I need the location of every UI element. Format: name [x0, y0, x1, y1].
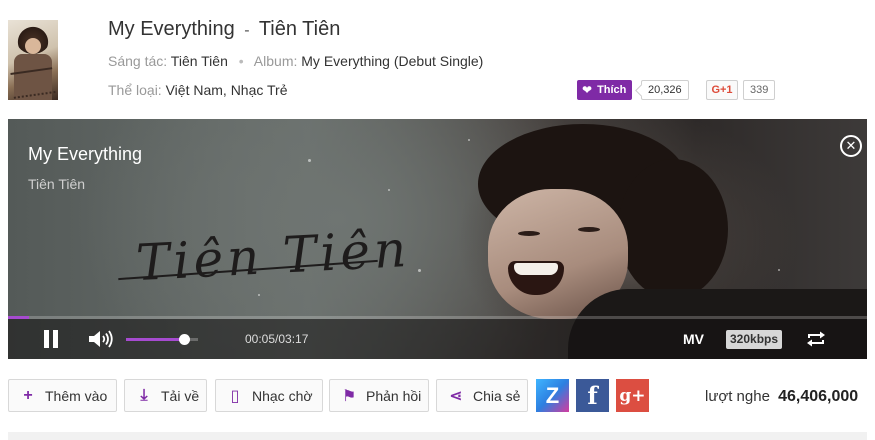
song-title: My Everything [108, 18, 235, 40]
flag-icon: ⚑ [342, 387, 357, 405]
ringtone-label: Nhạc chờ [252, 387, 313, 404]
player-controls: 00:05/03:17 MV 320kbps [8, 319, 867, 359]
like-button[interactable]: ❤ Thích [577, 80, 633, 100]
google-plus-one-button[interactable]: G+1 [706, 80, 738, 100]
title-separator: - [244, 22, 250, 39]
album-link[interactable]: My Everything (Debut Single) [301, 53, 483, 69]
share-button[interactable]: ⋖ Chia sẻ [436, 379, 528, 412]
download-label: Tải về [161, 387, 200, 404]
like-count: 20,326 [641, 80, 689, 100]
add-to-label: Thêm vào [45, 387, 108, 404]
meta-dot-separator: • [238, 53, 244, 69]
feedback-button[interactable]: ⚑ Phản hồi [329, 379, 429, 412]
genre-label: Thể loại: [108, 82, 162, 98]
add-to-button[interactable]: + Thêm vào [8, 379, 117, 412]
facebook-icon[interactable]: f [576, 379, 609, 412]
album-label: Album: [253, 53, 298, 69]
music-player: Tiên Tiên My Everything Tiên Tiên ✕ 00:0… [8, 119, 867, 359]
volume-fill [126, 338, 184, 341]
listen-count: lượt nghe 46,406,000 [705, 388, 858, 406]
album-thumbnail[interactable] [8, 20, 58, 100]
action-bar: + Thêm vào ⤓ Tải về ▯ Nhạc chờ ⚑ Phản hồ… [8, 379, 875, 413]
section-divider [8, 432, 867, 440]
song-header: My Everything - Tiên Tiên Sáng tác: Tiên… [8, 0, 875, 112]
heart-icon: ❤ [582, 83, 593, 97]
zing-icon[interactable]: Z [536, 379, 569, 412]
like-label: Thích [597, 84, 627, 96]
download-icon: ⤓ [140, 386, 148, 404]
time-display: 00:05/03:17 [245, 332, 309, 346]
song-artist-link[interactable]: Tiên Tiên [259, 18, 341, 40]
google-plus-count: 339 [743, 80, 776, 100]
share-icon: ⋖ [449, 387, 463, 405]
phone-icon: ▯ [230, 387, 240, 405]
plus-icon: + [23, 386, 33, 404]
pause-icon[interactable] [42, 330, 60, 348]
volume-slider[interactable] [126, 334, 198, 345]
share-label: Chia sẻ [473, 387, 521, 404]
download-button[interactable]: ⤓ Tải về [124, 379, 207, 412]
ringtone-button[interactable]: ▯ Nhạc chờ [215, 379, 323, 412]
repeat-icon[interactable] [806, 331, 826, 347]
listen-count-value: 46,406,000 [778, 388, 859, 405]
quality-button[interactable]: 320kbps [726, 330, 783, 349]
genre-links[interactable]: Việt Nam, Nhạc Trẻ [166, 82, 288, 98]
composer-label: Sáng tác: [108, 53, 168, 69]
composer-album-line: Sáng tác: Tiên Tiên • Album: My Everythi… [108, 53, 483, 69]
genre-line: Thể loại: Việt Nam, Nhạc Trẻ [108, 82, 288, 98]
google-plus-icon[interactable]: g+ [616, 379, 649, 412]
player-artist-name: Tiên Tiên [28, 176, 86, 192]
volume-icon[interactable] [89, 330, 115, 348]
composer-link[interactable]: Tiên Tiên [171, 53, 228, 69]
listen-count-label: lượt nghe [705, 388, 770, 405]
close-icon[interactable]: ✕ [840, 135, 862, 157]
song-title-line: My Everything - Tiên Tiên [108, 18, 340, 41]
player-song-title: My Everything [28, 144, 143, 164]
volume-knob[interactable] [178, 334, 190, 345]
mv-button[interactable]: MV [683, 331, 704, 347]
artwork-signature: Tiên Tiên [134, 219, 412, 293]
feedback-label: Phản hồi [366, 387, 422, 404]
